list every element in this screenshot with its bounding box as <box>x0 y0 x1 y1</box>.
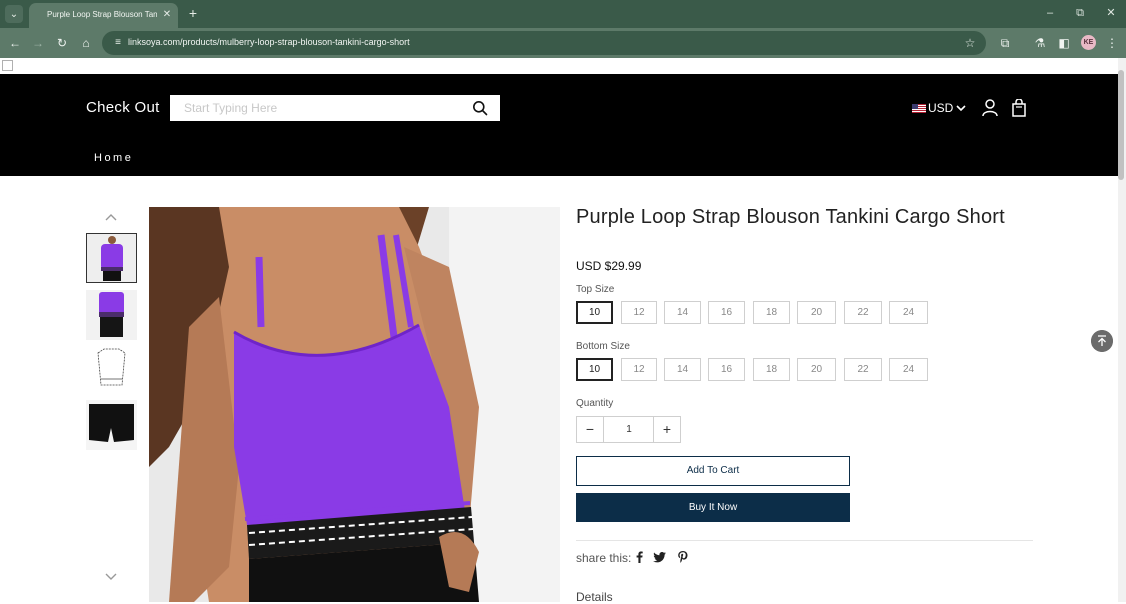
top-size-option[interactable]: 12 <box>621 301 657 324</box>
top-size-label: Top Size <box>576 284 615 295</box>
cart-icon[interactable] <box>1011 99 1027 117</box>
top-size-option[interactable]: 14 <box>664 301 701 324</box>
share-label: share this: <box>576 551 632 565</box>
bottom-size-option[interactable]: 22 <box>844 358 882 381</box>
nav-home-link[interactable]: Home <box>94 152 133 164</box>
close-window-icon[interactable]: ✕ <box>1103 5 1119 21</box>
bottom-size-option[interactable]: 12 <box>621 358 657 381</box>
quantity-decrease-button[interactable]: − <box>577 417 604 442</box>
reload-icon[interactable]: ↻ <box>54 35 70 51</box>
bottom-size-option[interactable]: 16 <box>708 358 745 381</box>
top-size-option[interactable]: 22 <box>844 301 882 324</box>
buy-now-button[interactable]: Buy It Now <box>576 493 850 522</box>
top-size-option[interactable]: 10 <box>576 301 613 324</box>
site-logo[interactable]: Check Out <box>86 99 160 116</box>
thumbnail-back[interactable] <box>86 290 137 340</box>
add-to-cart-button[interactable]: Add To Cart <box>576 456 850 486</box>
top-size-option[interactable]: 20 <box>797 301 836 324</box>
tab-list-icon[interactable]: ⌄ <box>5 5 23 23</box>
bottom-size-option[interactable]: 20 <box>797 358 836 381</box>
top-size-option[interactable]: 24 <box>889 301 928 324</box>
new-tab-icon[interactable]: + <box>185 5 201 21</box>
quantity-label: Quantity <box>576 398 614 409</box>
site-info-icon[interactable]: ≡ <box>110 35 126 51</box>
restore-icon[interactable]: ⧉ <box>1072 5 1088 21</box>
extensions-icon[interactable]: ⧉ <box>997 35 1013 51</box>
close-icon[interactable]: ✕ <box>160 8 174 22</box>
product-main-image[interactable] <box>149 207 560 602</box>
bottom-size-option[interactable]: 24 <box>889 358 928 381</box>
quantity-increase-button[interactable]: + <box>653 417 680 442</box>
search-input[interactable] <box>184 95 464 121</box>
bottom-size-label: Bottom Size <box>576 341 630 352</box>
bottom-size-option[interactable]: 14 <box>664 358 701 381</box>
top-size-option[interactable]: 18 <box>753 301 790 324</box>
browser-toolbar: ← → ↻ ⌂ ≡ linksoya.com/products/mulberry… <box>0 28 1126 58</box>
profile-avatar[interactable]: KE <box>1081 35 1096 50</box>
quantity-input[interactable]: 1 <box>604 417 654 442</box>
chevron-down-icon <box>956 105 966 112</box>
page-scrollbar[interactable] <box>1118 58 1126 602</box>
bottom-size-option[interactable]: 10 <box>576 358 613 381</box>
broken-image-icon <box>2 60 13 71</box>
product-price: USD $29.99 <box>576 259 642 273</box>
quantity-stepper: − 1 + <box>576 416 681 443</box>
chevron-up-icon[interactable] <box>104 211 118 225</box>
thumbnail-shorts[interactable] <box>86 400 137 450</box>
pinterest-icon[interactable] <box>676 550 690 564</box>
minimize-icon[interactable]: – <box>1042 5 1058 21</box>
forward-icon[interactable]: → <box>30 35 46 51</box>
back-to-top-icon[interactable] <box>1091 330 1113 352</box>
facebook-icon[interactable] <box>632 550 646 564</box>
home-icon[interactable]: ⌂ <box>78 35 94 51</box>
thumbnail-sketch[interactable] <box>86 345 137 395</box>
currency-selector[interactable]: USD <box>912 100 966 116</box>
us-flag-icon <box>912 103 926 113</box>
thumbnail-front[interactable] <box>86 233 137 283</box>
labs-icon[interactable]: ⚗ <box>1032 35 1048 51</box>
twitter-icon[interactable] <box>653 550 667 564</box>
menu-icon[interactable]: ⋮ <box>1104 35 1120 51</box>
product-title: Purple Loop Strap Blouson Tankini Cargo … <box>576 206 1005 228</box>
browser-tab[interactable]: Purple Loop Strap Blouson Tankini Cargo … <box>29 3 178 28</box>
back-icon[interactable]: ← <box>7 35 23 51</box>
chevron-down-icon[interactable] <box>104 569 118 583</box>
search-box <box>170 95 500 121</box>
search-icon[interactable] <box>472 100 488 116</box>
star-icon[interactable]: ☆ <box>962 35 978 51</box>
site-header: Check Out USD Home <box>0 74 1118 176</box>
address-bar[interactable]: ≡ linksoya.com/products/mulberry-loop-st… <box>102 31 986 55</box>
scrollbar-thumb[interactable] <box>1118 70 1124 180</box>
account-icon[interactable] <box>982 99 998 117</box>
top-size-option[interactable]: 16 <box>708 301 745 324</box>
bottom-size-option[interactable]: 18 <box>753 358 790 381</box>
tab-title: Purple Loop Strap Blouson Tankini Cargo … <box>47 10 157 19</box>
currency-label: USD <box>928 101 954 115</box>
sidebar-icon[interactable]: ◧ <box>1056 35 1072 51</box>
url-text[interactable]: linksoya.com/products/mulberry-loop-stra… <box>128 37 410 47</box>
browser-tab-bar: ⌄ Purple Loop Strap Blouson Tankini Carg… <box>0 0 1126 28</box>
divider <box>576 540 1033 541</box>
